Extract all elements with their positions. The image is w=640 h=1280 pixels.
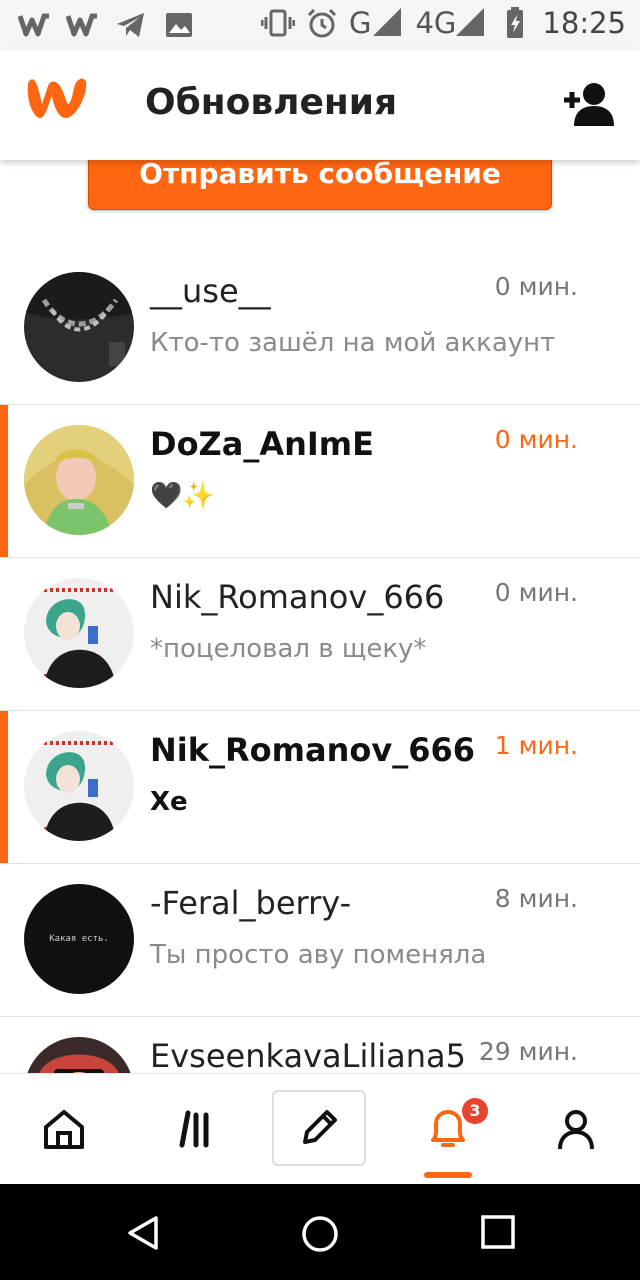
avatar (24, 578, 134, 688)
conversation-name: -Feral_berry- (150, 884, 352, 922)
notification-count-badge: 3 (462, 1098, 488, 1124)
nav-notifications[interactable] (400, 1074, 496, 1184)
conversation-preview: *поцеловал в щеку* (150, 634, 427, 664)
conversation-item[interactable]: Какая есть. -Feral_berry- 8 мин. Ты прос… (0, 864, 640, 1017)
conversation-time: 1 мин. (494, 731, 578, 760)
conversation-preview: Кто-то зашёл на мой аккаунт (150, 328, 556, 358)
system-navigation-bar (0, 1184, 640, 1280)
nav-home[interactable] (16, 1074, 112, 1184)
conversation-item[interactable]: Nik_Romanov_666 0 мин. *поцеловал в щеку… (0, 558, 640, 711)
image-icon (166, 13, 192, 37)
conversation-name: DoZa_AnImE (150, 425, 374, 463)
bottom-navigation: 3 (0, 1073, 640, 1184)
conversation-time: 8 мин. (494, 884, 578, 913)
signal-icon (373, 8, 402, 36)
conversation-name: EvseenkavaLiliana5 (150, 1037, 466, 1075)
network-type-g: G (349, 6, 372, 40)
avatar (24, 272, 134, 382)
conversation-name: __use__ (150, 272, 271, 310)
conversation-preview: Хе (150, 787, 188, 817)
write-icon (303, 1110, 337, 1144)
conversation-time: 0 мин. (494, 272, 578, 301)
avatar: Какая есть. (24, 884, 134, 994)
nav-profile[interactable] (528, 1074, 624, 1184)
status-bar: G 4G 18:25 (0, 0, 640, 50)
profile-icon (558, 1110, 594, 1150)
status-bar-system: G 4G 18:25 (261, 6, 626, 40)
conversation-name: Nik_Romanov_666 (150, 731, 476, 769)
page-title: Обновления (145, 82, 398, 123)
nav-write[interactable] (272, 1090, 366, 1166)
wattpad-logo-icon[interactable] (22, 72, 92, 128)
vibrate-icon (261, 9, 295, 37)
home-circle-icon[interactable] (300, 1214, 340, 1254)
active-tab-indicator (424, 1172, 472, 1178)
signal-icon (456, 8, 485, 36)
conversation-time: 0 мин. (494, 425, 578, 454)
nav-library[interactable] (146, 1074, 242, 1184)
status-bar-notifications (18, 8, 196, 42)
network-type-4g: 4G (415, 6, 457, 40)
w-logo-icon (66, 13, 97, 37)
telegram-icon (117, 13, 144, 37)
battery-charging-icon (507, 7, 524, 38)
back-icon[interactable] (124, 1214, 162, 1252)
home-icon (44, 1110, 84, 1149)
conversation-item[interactable]: __use__ 0 мин. Кто-то зашёл на мой аккау… (0, 252, 640, 405)
conversation-list: __use__ 0 мин. Кто-то зашёл на мой аккау… (0, 252, 640, 1170)
avatar (24, 425, 134, 535)
add-user-icon[interactable] (560, 80, 616, 128)
recents-icon[interactable] (480, 1214, 516, 1250)
conversation-name: Nik_Romanov_666 (150, 578, 445, 616)
conversation-preview: Ты просто аву поменяла (150, 940, 487, 970)
conversation-item[interactable]: Nik_Romanov_666 1 мин. Хе (0, 711, 640, 864)
w-logo-icon (18, 13, 49, 37)
clock: 18:25 (542, 6, 626, 40)
app-header: Обновления (0, 50, 640, 160)
avatar (24, 731, 134, 841)
conversation-item[interactable]: DoZa_AnImE 0 мин. 🖤✨ (0, 405, 640, 558)
library-icon (179, 1110, 209, 1148)
avatar-caption: Какая есть. (49, 934, 109, 944)
conversation-time: 29 мин. (478, 1037, 578, 1066)
alarm-icon (307, 8, 337, 38)
conversation-preview: 🖤✨ (150, 481, 215, 511)
conversation-time: 0 мин. (494, 578, 578, 607)
